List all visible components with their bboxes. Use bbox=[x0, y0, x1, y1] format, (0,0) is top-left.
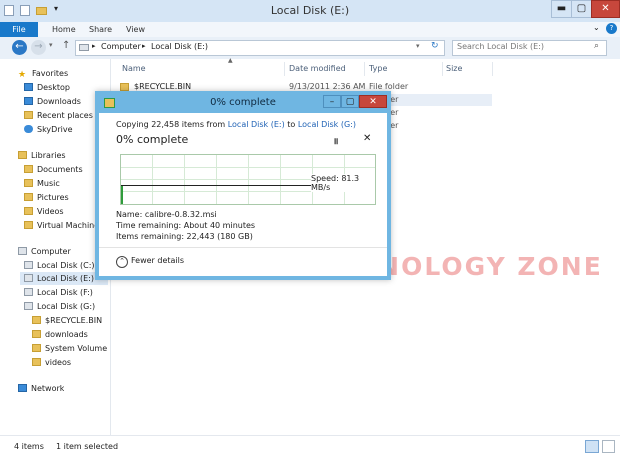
help-icon[interactable]: ? bbox=[606, 23, 617, 34]
recent-places-icon bbox=[24, 111, 33, 119]
dialog-separator bbox=[99, 247, 387, 248]
dialog-close-button[interactable]: ✕ bbox=[359, 95, 387, 108]
copy-summary: Copying 22,458 items from Local Disk (E:… bbox=[116, 120, 356, 129]
tab-view[interactable]: View bbox=[126, 22, 145, 37]
column-header-date[interactable]: Date modified bbox=[289, 62, 365, 76]
dialog-maximize-button[interactable]: ▢ bbox=[341, 95, 359, 108]
nav-libraries[interactable]: Libraries bbox=[18, 149, 66, 162]
network-icon bbox=[18, 384, 27, 392]
progress-heading: 0% complete bbox=[116, 133, 189, 146]
nav-computer[interactable]: Computer bbox=[18, 245, 71, 258]
pictures-icon bbox=[24, 193, 33, 201]
chevron-up-icon: ⌃ bbox=[116, 256, 128, 268]
column-header-size[interactable]: Size bbox=[446, 62, 493, 76]
tab-file[interactable]: File bbox=[0, 22, 38, 37]
nav-item-local-disk-f[interactable]: Local Disk (F:) bbox=[24, 286, 93, 299]
drive-icon bbox=[24, 274, 33, 282]
nav-item-local-disk-g[interactable]: Local Disk (G:) bbox=[24, 300, 95, 313]
dialog-minimize-button[interactable]: – bbox=[323, 95, 341, 108]
selected-count: 1 item selected bbox=[56, 442, 119, 451]
computer-drive-icon bbox=[79, 44, 89, 51]
speed-graph: Speed: 81.3 MB/s bbox=[120, 154, 376, 205]
fewer-details-button[interactable]: ⌃ Fewer details bbox=[116, 256, 184, 268]
nav-item-recent-places[interactable]: Recent places bbox=[24, 109, 93, 122]
desktop-icon bbox=[24, 83, 33, 91]
breadcrumb-local-disk-e[interactable]: Local Disk (E:) bbox=[151, 42, 208, 51]
music-icon bbox=[24, 179, 33, 187]
nav-item-recycle-bin[interactable]: $RECYCLE.BIN bbox=[32, 314, 102, 327]
computer-icon bbox=[18, 247, 27, 255]
nav-item-downloads-folder[interactable]: downloads bbox=[32, 328, 88, 341]
nav-item-videos-folder[interactable]: videos bbox=[32, 356, 71, 369]
copy-progress-dialog: 0% complete – ▢ ✕ Copying 22,458 items f… bbox=[95, 91, 391, 280]
address-row: ← → ▾ ↑ ▸ Computer ▸ Local Disk (E:) ▾ ↻… bbox=[0, 37, 620, 59]
up-button[interactable]: ↑ bbox=[62, 40, 70, 51]
folder-icon bbox=[32, 344, 41, 352]
nav-item-music[interactable]: Music bbox=[24, 177, 60, 190]
current-file-name: Name: calibre-0.8.32.msi bbox=[116, 210, 217, 219]
minimize-button[interactable]: ▬ bbox=[551, 0, 572, 18]
breadcrumb-separator-icon: ▸ bbox=[142, 42, 146, 50]
folder-icon bbox=[120, 83, 129, 91]
search-input[interactable]: Search Local Disk (E:) ⌕ bbox=[452, 40, 607, 56]
cancel-copy-button[interactable]: ✕ bbox=[363, 133, 371, 144]
nav-network[interactable]: Network bbox=[18, 382, 64, 395]
recent-locations-icon[interactable]: ▾ bbox=[49, 41, 53, 49]
star-icon: ★ bbox=[18, 70, 27, 80]
window-title-bar: ▾ Local Disk (E:) ▬ ▢ ✕ bbox=[0, 0, 620, 22]
breadcrumb-computer[interactable]: Computer bbox=[101, 42, 141, 51]
dialog-title-bar: 0% complete – ▢ ✕ bbox=[99, 95, 387, 113]
folder-icon bbox=[32, 316, 41, 324]
ribbon-tabs: File Home Share View ⌄ ? bbox=[0, 22, 620, 38]
virtual-machines-icon bbox=[24, 221, 33, 229]
nav-item-downloads[interactable]: Downloads bbox=[24, 95, 81, 108]
tab-home[interactable]: Home bbox=[52, 22, 76, 37]
close-button[interactable]: ✕ bbox=[591, 0, 620, 18]
status-bar: 4 items 1 item selected bbox=[0, 435, 620, 459]
breadcrumb-separator-icon: ▸ bbox=[92, 42, 96, 50]
address-bar[interactable]: ▸ Computer ▸ Local Disk (E:) ▾ ↻ bbox=[75, 40, 445, 56]
time-remaining: Time remaining: About 40 minutes bbox=[116, 221, 256, 230]
large-icons-view-icon[interactable] bbox=[602, 440, 615, 453]
navigation-pane: ★ Favorites Desktop Downloads Recent plac… bbox=[0, 59, 110, 435]
destination-link[interactable]: Local Disk (G:) bbox=[298, 120, 356, 129]
progress-start-marker bbox=[121, 185, 123, 204]
source-link[interactable]: Local Disk (E:) bbox=[228, 120, 285, 129]
maximize-button[interactable]: ▢ bbox=[571, 0, 592, 18]
pause-button[interactable]: ॥ bbox=[333, 134, 338, 147]
drive-icon bbox=[24, 288, 33, 296]
nav-item-documents[interactable]: Documents bbox=[24, 163, 83, 176]
folder-icon bbox=[32, 358, 41, 366]
item-count: 4 items bbox=[14, 442, 44, 451]
documents-icon bbox=[24, 165, 33, 173]
column-header-type[interactable]: Type bbox=[369, 62, 443, 76]
folder-icon bbox=[32, 330, 41, 338]
forward-button[interactable]: → bbox=[31, 40, 46, 55]
nav-item-pictures[interactable]: Pictures bbox=[24, 191, 69, 204]
search-icon[interactable]: ⌕ bbox=[594, 41, 599, 51]
drive-icon bbox=[24, 302, 33, 310]
nav-item-desktop[interactable]: Desktop bbox=[24, 81, 70, 94]
speed-label: Speed: 81.3 MB/s bbox=[311, 174, 375, 192]
nav-favorites[interactable]: ★ Favorites bbox=[18, 67, 68, 80]
nav-item-system-volume[interactable]: System Volume In bbox=[32, 342, 108, 355]
skydrive-icon bbox=[24, 125, 33, 133]
tab-share[interactable]: Share bbox=[89, 22, 112, 37]
nav-item-local-disk-c[interactable]: Local Disk (C:) bbox=[24, 259, 95, 272]
column-header-name[interactable]: Name bbox=[122, 62, 285, 76]
nav-item-videos[interactable]: Videos bbox=[24, 205, 64, 218]
libraries-icon bbox=[18, 151, 27, 159]
details-view-icon[interactable] bbox=[585, 440, 599, 453]
downloads-icon bbox=[24, 97, 33, 105]
back-button[interactable]: ← bbox=[12, 40, 27, 55]
window-title: Local Disk (E:) bbox=[270, 4, 350, 17]
drive-icon bbox=[24, 261, 33, 269]
nav-item-skydrive[interactable]: SkyDrive bbox=[24, 123, 73, 136]
videos-icon bbox=[24, 207, 33, 215]
search-placeholder: Search Local Disk (E:) bbox=[457, 42, 545, 51]
address-dropdown-icon[interactable]: ▾ bbox=[416, 42, 420, 50]
items-remaining: Items remaining: 22,443 (180 GB) bbox=[116, 232, 253, 241]
refresh-icon[interactable]: ↻ bbox=[431, 41, 439, 51]
ribbon-expand-icon[interactable]: ⌄ bbox=[593, 23, 600, 32]
